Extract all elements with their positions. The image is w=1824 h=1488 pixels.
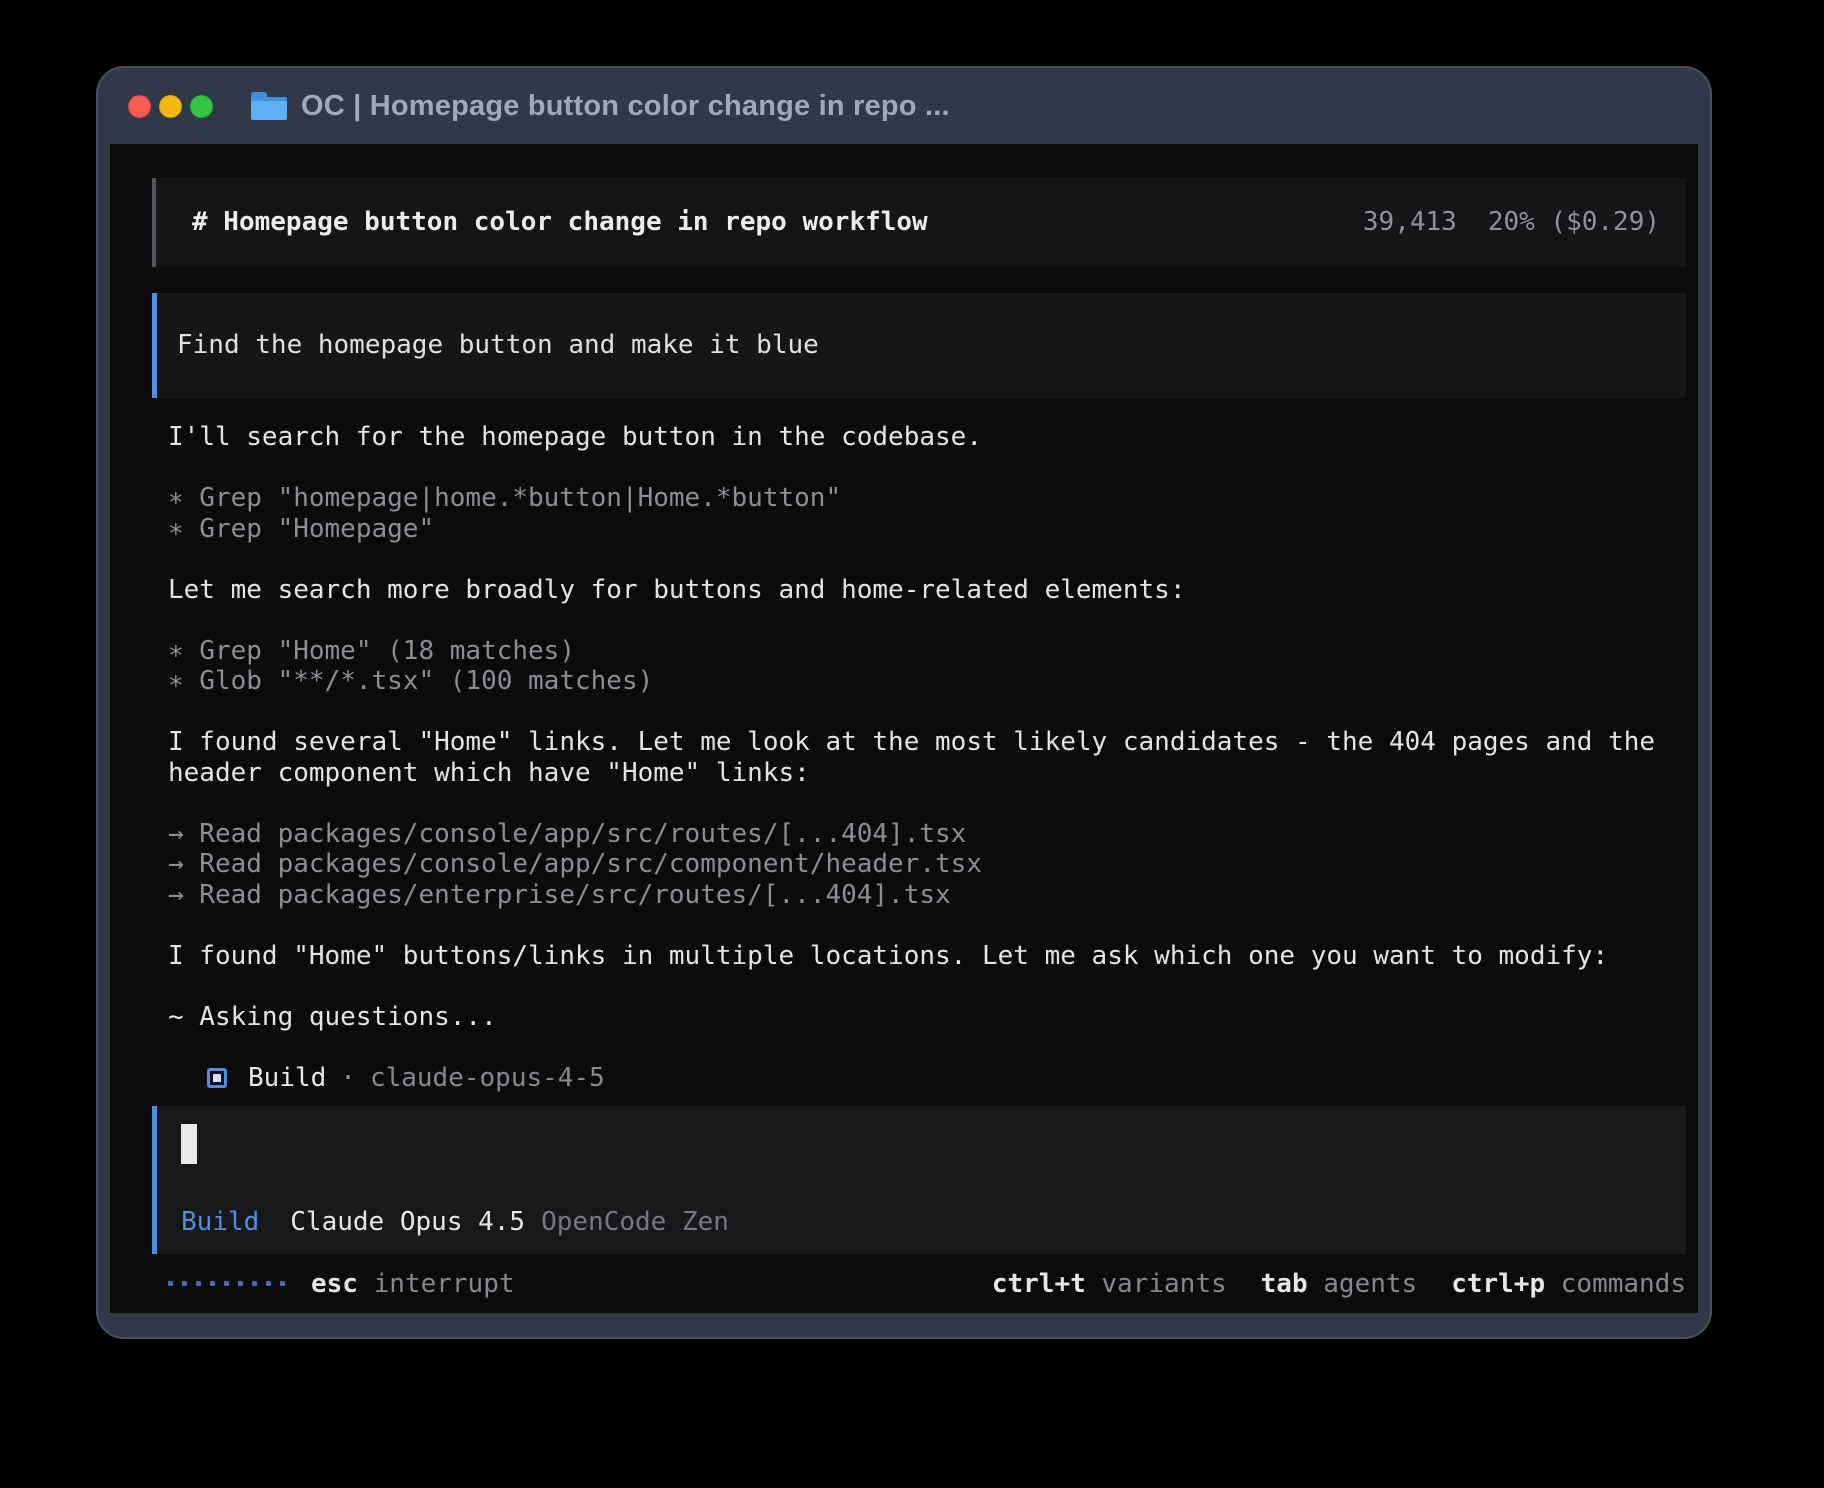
zoom-button[interactable] (190, 95, 213, 118)
composer-status-row: Build Claude Opus 4.5 OpenCode Zen (181, 1207, 1662, 1238)
session-header: # Homepage button color change in repo w… (152, 178, 1686, 267)
text-cursor (181, 1124, 197, 1164)
separator-dot: · (340, 1063, 356, 1094)
window-title: OC | Homepage button color change in rep… (301, 90, 950, 123)
esc-key: esc (311, 1269, 358, 1299)
window-titlebar: OC | Homepage button color change in rep… (98, 68, 1710, 144)
tool-call-grep: ∗ Grep "Homepage" (168, 514, 1686, 545)
interrupt-hint: esc interrupt (311, 1269, 515, 1299)
assistant-text: I found "Home" buttons/links in multiple… (168, 941, 1686, 972)
tool-call-grep: ∗ Grep "homepage|home.*button|Home.*butt… (168, 483, 1686, 514)
status-bar: esc interrupt ctrl+t variants tab agents… (168, 1268, 1686, 1299)
folder-icon (251, 92, 287, 120)
minimize-button[interactable] (159, 95, 182, 118)
agent-task-model: claude-opus-4-5 (370, 1063, 605, 1094)
variants-shortcut: ctrl+t variants (992, 1269, 1227, 1299)
assistant-transcript: I'll search for the homepage button in t… (168, 422, 1686, 1093)
prompt-input[interactable]: Build Claude Opus 4.5 OpenCode Zen (152, 1106, 1686, 1254)
agent-task-row: Build · claude-opus-4-5 (168, 1063, 1686, 1094)
assistant-text: Let me search more broadly for buttons a… (168, 575, 1686, 606)
context-usage: 20% ($0.29) (1488, 207, 1660, 238)
status-text: ~ Asking questions... (168, 1002, 1686, 1033)
terminal-window: OC | Homepage button color change in rep… (96, 66, 1712, 1339)
agent-square-icon (207, 1068, 227, 1088)
tool-call-glob: ∗ Glob "**/*.tsx" (100 matches) (168, 666, 1686, 697)
assistant-text: I found several "Home" links. Let me loo… (168, 727, 1686, 758)
interrupt-label: interrupt (374, 1269, 515, 1299)
user-message: Find the homepage button and make it blu… (152, 293, 1686, 398)
assistant-text: header component which have "Home" links… (168, 758, 1686, 789)
tool-call-read: → Read packages/enterprise/src/routes/[.… (168, 880, 1686, 911)
composer-provider: OpenCode Zen (541, 1207, 729, 1238)
assistant-text: I'll search for the homepage button in t… (168, 422, 1686, 453)
agent-task-label: Build (248, 1063, 326, 1094)
token-count: 39,413 (1363, 207, 1457, 238)
tool-call-read: → Read packages/console/app/src/routes/[… (168, 819, 1686, 850)
shortcut-hints: ctrl+t variants tab agents ctrl+p comman… (992, 1269, 1686, 1299)
composer-model: Claude Opus 4.5 (290, 1207, 525, 1238)
close-button[interactable] (128, 95, 151, 118)
tool-call-grep: ∗ Grep "Home" (18 matches) (168, 636, 1686, 667)
terminal-content: # Homepage button color change in repo w… (110, 144, 1698, 1313)
composer-agent: Build (181, 1207, 259, 1238)
session-stats: 39,413 20% ($0.29) (1363, 207, 1660, 238)
progress-dots (168, 1281, 285, 1286)
tool-call-read: → Read packages/console/app/src/componen… (168, 849, 1686, 880)
session-title: # Homepage button color change in repo w… (192, 207, 928, 238)
commands-shortcut: ctrl+p commands (1451, 1269, 1686, 1299)
window-controls (128, 95, 213, 118)
agents-shortcut: tab agents (1261, 1269, 1418, 1299)
